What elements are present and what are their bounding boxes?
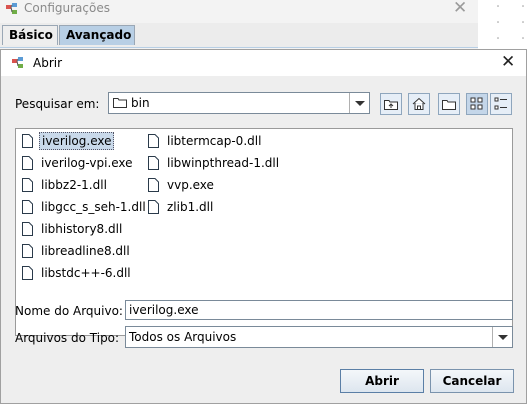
list-item[interactable]: iverilog-vpi.exe: [22, 153, 135, 173]
file-type-value: Todos os Arquivos: [129, 330, 237, 344]
list-item[interactable]: libhistory8.dll: [22, 219, 124, 239]
look-in-value: bin: [131, 96, 150, 110]
app-icon: [6, 3, 17, 14]
file-name: libreadline8.dll: [41, 244, 130, 258]
cancel-button[interactable]: Cancelar: [430, 369, 514, 393]
background-window: Configurações ✕ Básico Avançado: [0, 0, 478, 50]
look-in-combo[interactable]: bin: [108, 92, 370, 114]
file-icon: [22, 134, 33, 148]
file-icon: [22, 244, 33, 258]
chevron-down-icon[interactable]: [492, 327, 513, 347]
list-item[interactable]: libbz2-1.dll: [22, 175, 109, 195]
background-window-title: Configurações: [24, 1, 110, 15]
file-name-field[interactable]: [125, 300, 513, 320]
list-view-button[interactable]: [466, 93, 488, 115]
list-item[interactable]: zlib1.dll: [148, 197, 215, 217]
file-name: libbz2-1.dll: [41, 178, 107, 192]
file-name-label: Nome do Arquivo:: [15, 304, 123, 318]
file-icon: [148, 134, 159, 148]
close-icon[interactable]: ✕: [501, 52, 515, 72]
tab-basico[interactable]: Básico: [2, 25, 58, 45]
file-name: libstdc++-6.dll: [41, 266, 131, 280]
list-item[interactable]: libgcc_s_seh-1.dll: [22, 197, 148, 217]
list-item[interactable]: libwinpthread-1.dll: [148, 153, 281, 173]
dialog-title-bar: Abrir ✕: [1, 50, 526, 76]
open-button[interactable]: Abrir: [340, 369, 424, 393]
close-icon[interactable]: ✕: [453, 0, 467, 18]
list-item[interactable]: libreadline8.dll: [22, 241, 132, 261]
file-name: libtermcap-0.dll: [167, 134, 262, 148]
folder-icon: [113, 98, 127, 108]
file-icon: [22, 200, 33, 214]
file-name: vvp.exe: [167, 178, 214, 192]
file-icon: [148, 156, 159, 170]
list-item[interactable]: vvp.exe: [148, 175, 216, 195]
file-icon: [22, 178, 33, 192]
file-icon: [148, 200, 159, 214]
new-folder-button[interactable]: [438, 93, 460, 115]
file-name: libgcc_s_seh-1.dll: [41, 200, 146, 214]
details-view-button[interactable]: [490, 93, 512, 115]
home-button[interactable]: [408, 93, 430, 115]
list-view-icon: [470, 97, 483, 110]
look-in-label: Pesquisar em:: [15, 97, 100, 111]
home-icon: [412, 97, 426, 110]
chevron-down-icon[interactable]: [349, 93, 370, 113]
file-name: iverilog.exe: [39, 132, 115, 150]
file-name: iverilog-vpi.exe: [41, 156, 133, 170]
file-name: zlib1.dll: [167, 200, 214, 214]
list-item[interactable]: libstdc++-6.dll: [22, 263, 133, 283]
list-item[interactable]: iverilog.exe: [22, 131, 115, 151]
file-icon: [22, 222, 33, 236]
background-pattern: [497, 5, 524, 39]
file-type-combo[interactable]: Todos os Arquivos: [125, 326, 513, 348]
file-name: libwinpthread-1.dll: [167, 156, 280, 170]
open-dialog: Abrir ✕ Pesquisar em: bin iverilog.exe i…: [0, 49, 527, 404]
app-icon: [12, 57, 23, 68]
up-one-level-button[interactable]: [380, 93, 402, 115]
file-icon: [22, 156, 33, 170]
list-item[interactable]: libtermcap-0.dll: [148, 131, 263, 151]
tab-strip: Básico Avançado: [0, 23, 478, 48]
file-type-label: Arquivos do Tipo:: [15, 331, 120, 345]
new-folder-icon: [442, 100, 456, 110]
up-one-level-icon: [384, 100, 398, 110]
file-icon: [148, 178, 159, 192]
dialog-title: Abrir: [33, 56, 63, 70]
file-name: libhistory8.dll: [41, 222, 123, 236]
tab-avancado[interactable]: Avançado: [59, 25, 135, 45]
file-icon: [22, 266, 33, 280]
details-view-icon: [494, 97, 507, 110]
